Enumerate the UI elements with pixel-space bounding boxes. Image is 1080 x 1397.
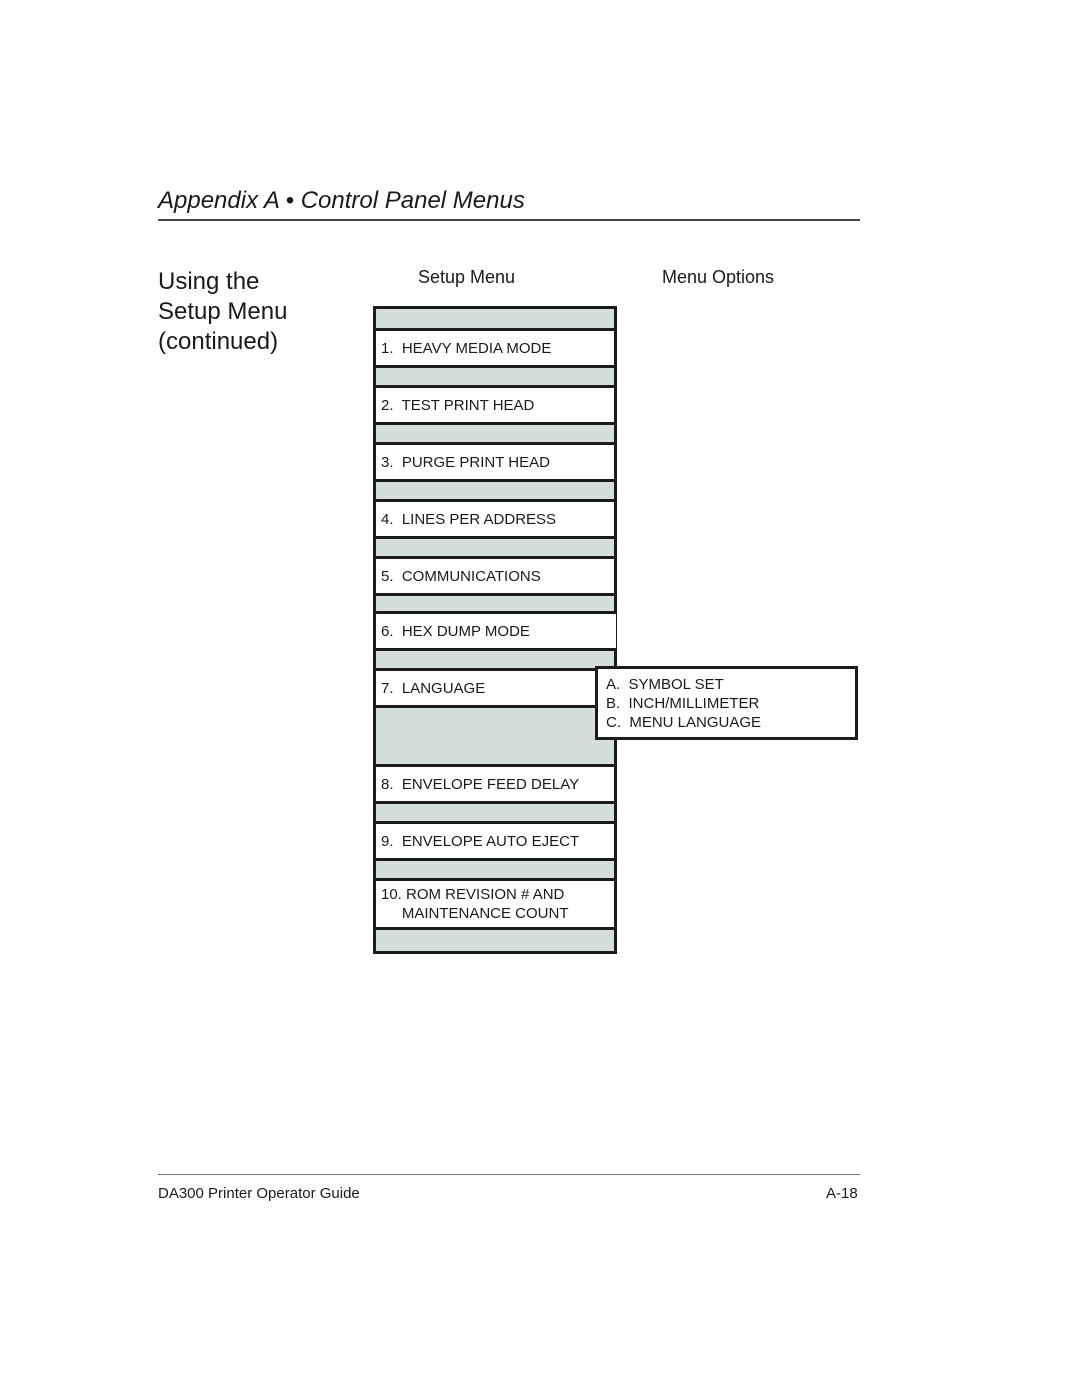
menu-item-rom-revision: 10. ROM REVISION # AND MAINTENANCE COUNT: [376, 878, 614, 930]
section-title-line: Setup Menu: [158, 298, 288, 325]
section-title: Using the Setup Menu (continued): [158, 267, 287, 357]
menu-item-envelope-feed-delay: 8. ENVELOPE FEED DELAY: [376, 764, 614, 804]
option-symbol-set: A. SYMBOL SET: [606, 676, 724, 693]
menu-item-communications: 5. COMMUNICATIONS: [376, 556, 614, 596]
menu-item-lines-per-address: 4. LINES PER ADDRESS: [376, 499, 614, 539]
menu-item-test-print-head: 2. TEST PRINT HEAD: [376, 385, 614, 425]
menu-options-heading: Menu Options: [662, 267, 775, 287]
language-options-box: A. SYMBOL SET B. INCH/MILLIMETER C. MENU…: [595, 666, 858, 740]
menu-item-heavy-media-mode: 1. HEAVY MEDIA MODE: [376, 328, 614, 368]
option-menu-language: C. MENU LANGUAGE: [606, 714, 762, 731]
menu-item-purge-print-head: 3. PURGE PRINT HEAD: [376, 442, 614, 482]
section-title-line: (continued): [158, 328, 279, 355]
section-title-line: Using the: [158, 268, 260, 295]
setup-menu-diagram: 1. HEAVY MEDIA MODE 2. TEST PRINT HEAD 3…: [373, 306, 617, 954]
menu-item-hex-dump-mode: 6. HEX DUMP MODE: [373, 611, 616, 651]
menu-item-envelope-auto-eject: 9. ENVELOPE AUTO EJECT: [376, 821, 614, 861]
menu-item-language: 7. LANGUAGE: [376, 668, 614, 708]
footer-page-number: A-18: [826, 1185, 858, 1202]
footer-divider: [158, 1174, 860, 1175]
header-divider: [158, 219, 860, 221]
page-header-title: Appendix A • Control Panel Menus: [158, 187, 525, 214]
option-inch-millimeter: B. INCH/MILLIMETER: [606, 695, 760, 712]
setup-menu-heading: Setup Menu: [418, 267, 516, 287]
footer-guide-name: DA300 Printer Operator Guide: [158, 1185, 360, 1202]
